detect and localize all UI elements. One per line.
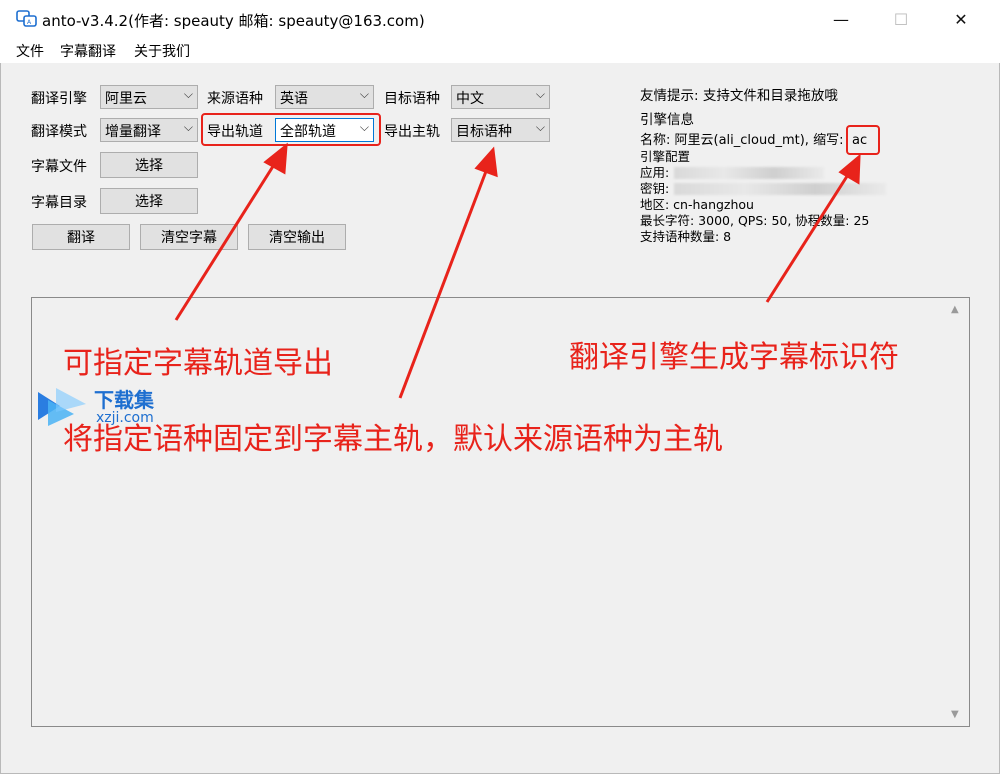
annotation-engine-id: 翻译引擎生成字幕标识符 xyxy=(569,340,899,375)
source-lang-select[interactable]: 英语 ⌵ xyxy=(275,85,374,109)
engine-name-line: 名称: 阿里云(ali_cloud_mt), 缩写: xyxy=(640,133,844,148)
watermark-logo-text: 下载集 xyxy=(94,388,154,412)
translate-button[interactable]: 翻译 xyxy=(32,224,130,250)
app-icon: A xyxy=(16,10,37,27)
menu-subtitle-translate[interactable]: 字幕翻译 xyxy=(60,41,116,61)
title-bar: A anto-v3.4.2(作者: speauty 邮箱: speauty@16… xyxy=(0,0,1000,38)
main-track-select-value: 目标语种 xyxy=(456,124,512,140)
select-dir-button[interactable]: 选择 xyxy=(100,188,198,214)
maximize-button[interactable]: ☐ xyxy=(878,0,924,38)
annotation-main-track: 将指定语种固定到字幕主轨，默认来源语种为主轨 xyxy=(63,422,723,457)
engine-label: 翻译引擎 xyxy=(31,91,87,107)
app-label: 应用: xyxy=(640,165,670,180)
annotation-track-export: 可指定字幕轨道导出 xyxy=(63,346,333,381)
subtitle-dir-label: 字幕目录 xyxy=(31,195,87,211)
close-button[interactable]: ✕ xyxy=(938,0,984,38)
mode-select[interactable]: 增量翻译 ⌵ xyxy=(100,118,198,142)
select-file-button[interactable]: 选择 xyxy=(100,152,198,178)
tip-text: 友情提示: 支持文件和目录拖放哦 xyxy=(640,88,838,104)
target-lang-label: 目标语种 xyxy=(384,91,440,107)
minimize-button[interactable]: — xyxy=(818,0,864,38)
lang-count-line: 支持语种数量: 8 xyxy=(640,229,732,244)
chevron-down-icon: ⌵ xyxy=(183,120,193,134)
redacted-app-value xyxy=(674,167,824,179)
key-label: 密钥: xyxy=(640,181,670,196)
engine-info-title: 引擎信息 xyxy=(640,112,694,128)
limits-line: 最长字符: 3000, QPS: 50, 协程数量: 25 xyxy=(640,213,870,228)
clear-subtitles-button[interactable]: 清空字幕 xyxy=(140,224,238,250)
chevron-down-icon: ⌵ xyxy=(183,87,193,101)
highlight-abbr xyxy=(846,125,880,155)
target-lang-select[interactable]: 中文 ⌵ xyxy=(451,85,550,109)
subtitle-file-label: 字幕文件 xyxy=(31,159,87,175)
region-line: 地区: cn-hangzhou xyxy=(640,197,754,212)
menu-about[interactable]: 关于我们 xyxy=(134,41,190,61)
source-lang-label: 来源语种 xyxy=(207,91,263,107)
highlight-export-track xyxy=(201,113,381,146)
mode-label: 翻译模式 xyxy=(31,124,87,140)
main-track-label: 导出主轨 xyxy=(384,124,440,140)
scroll-down-icon[interactable]: ▼ xyxy=(951,709,959,720)
target-lang-select-value: 中文 xyxy=(456,91,484,107)
menu-file[interactable]: 文件 xyxy=(16,41,44,61)
scroll-up-icon[interactable]: ▲ xyxy=(951,304,959,315)
clear-output-button[interactable]: 清空输出 xyxy=(248,224,346,250)
engine-select-value: 阿里云 xyxy=(105,91,147,107)
redacted-key-value xyxy=(674,183,886,195)
source-lang-select-value: 英语 xyxy=(280,91,308,107)
mode-select-value: 增量翻译 xyxy=(105,124,161,140)
main-track-select[interactable]: 目标语种 ⌵ xyxy=(451,118,550,142)
chevron-down-icon: ⌵ xyxy=(535,120,545,134)
engine-select[interactable]: 阿里云 ⌵ xyxy=(100,85,198,109)
chevron-down-icon: ⌵ xyxy=(535,87,545,101)
engine-config-title: 引擎配置 xyxy=(640,149,691,164)
chevron-down-icon: ⌵ xyxy=(359,87,369,101)
window-title: anto-v3.4.2(作者: speauty 邮箱: speauty@163.… xyxy=(42,12,425,30)
